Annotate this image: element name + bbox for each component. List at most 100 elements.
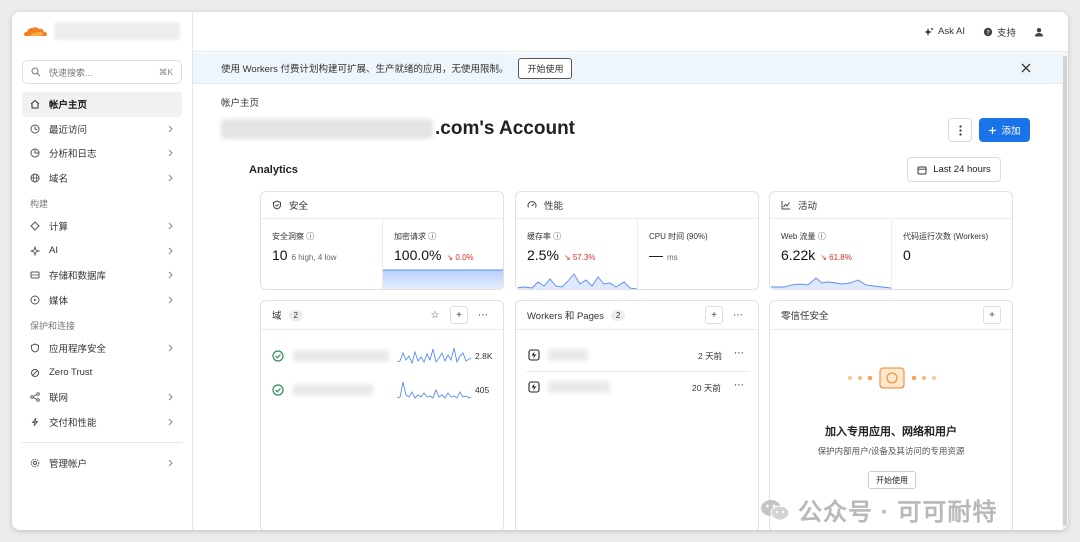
sidebar-item-analytics[interactable]: 分析和日志 [22, 141, 182, 166]
sidebar-item-media[interactable]: 媒体 [22, 288, 182, 313]
star-icon[interactable]: ☆ [426, 306, 444, 324]
activity-card: 活动 Web 流量 ⓘ 6.22k ↘ 61.8% 代码运行次数 (Workers… [769, 191, 1013, 290]
section-label-protect: 保护和连接 [30, 320, 76, 331]
sidebar-item-delivery[interactable]: 交付和性能 [22, 410, 182, 435]
analytics-icon [30, 148, 40, 158]
sidebar-item-compute[interactable]: 计算 [22, 214, 182, 239]
metric-change: ↘ 61.8% [820, 253, 852, 262]
analytics-heading: Analytics [249, 164, 298, 176]
sidebar-item-label: 联网 [49, 393, 69, 405]
card-title: 安全 [289, 201, 309, 212]
sidebar-item-zero-trust[interactable]: Zero Trust [22, 361, 182, 386]
sidebar-item-label: 分析和日志 [49, 149, 97, 161]
card-title: 域 [272, 311, 282, 322]
sidebar-item-manage-account[interactable]: 管理帐户 [22, 451, 182, 476]
metric-label: 代码运行次数 (Workers) [903, 232, 989, 241]
workers-invocations-metric[interactable]: 代码运行次数 (Workers) 0 [892, 219, 1012, 289]
metric-value: 100.0% ↘ 0.0% [394, 247, 474, 263]
worker-row[interactable]: 20 天前 ⋯ [526, 374, 750, 404]
time-range-selector[interactable]: Last 24 hours [907, 157, 1001, 182]
watermark-text: 公众号 · 可可耐特 [798, 499, 998, 526]
sidebar-item-label: 媒体 [49, 295, 69, 307]
card-actions: ☆ + ⋯ [426, 306, 492, 324]
metric-value: 2.5% ↘ 57.3% [527, 247, 596, 263]
top-bar: Ask AI ? 支持 [193, 12, 1068, 52]
search-placeholder: 快速搜索... [49, 67, 93, 78]
metric-sub: 6 high, 4 low [291, 253, 337, 262]
check-circle-icon [272, 350, 284, 362]
worker-updated-time: 20 天前 [692, 383, 721, 393]
sidebar-item-app-security[interactable]: 应用程序安全 [22, 336, 182, 361]
web-traffic-metric[interactable]: Web 流量 ⓘ 6.22k ↘ 61.8% [770, 219, 891, 289]
more-vertical-icon [958, 124, 962, 136]
search-input[interactable]: 快速搜索... ⌘K [22, 60, 182, 84]
calendar-icon [917, 166, 927, 174]
add-button-label: 添加 [1001, 126, 1021, 137]
sidebar-item-label: 应用程序安全 [49, 344, 107, 356]
close-icon[interactable] [1020, 62, 1032, 74]
bolt-icon [31, 417, 39, 427]
add-button[interactable]: 添加 [979, 118, 1030, 142]
cpu-time-metric[interactable]: CPU 时间 (90%) — ms [638, 219, 758, 289]
zero-trust-icon [31, 368, 39, 377]
sidebar-item-ai[interactable]: AI [22, 239, 182, 264]
more-horizontal-icon[interactable]: ⋯ [474, 306, 492, 324]
card-header: 性能 [516, 192, 758, 219]
domain-row[interactable]: 2.8K [261, 342, 503, 372]
sidebar-item-label: 最近访问 [49, 124, 88, 136]
check-circle-icon [272, 384, 284, 396]
more-horizontal-icon[interactable]: ⋯ [734, 348, 744, 359]
add-domain-button[interactable]: + [450, 306, 468, 324]
encrypted-requests-metric[interactable]: 加密请求 ⓘ 100.0% ↘ 0.0% [383, 219, 503, 289]
count-badge: 2 [288, 309, 303, 321]
add-worker-button[interactable]: + [705, 306, 723, 324]
get-started-button[interactable]: 开始使用 [868, 471, 916, 489]
sidebar-item-network[interactable]: 联网 [22, 385, 182, 410]
sparkline [397, 347, 471, 365]
chevron-right-icon [168, 125, 173, 132]
sidebar-item-domains[interactable]: 域名 [22, 166, 182, 191]
gauge-icon [527, 201, 537, 208]
sidebar-divider [22, 442, 182, 443]
sidebar-item-label: 存储和数据库 [49, 271, 107, 283]
chevron-right-icon [168, 296, 173, 303]
more-options-button[interactable] [948, 118, 972, 142]
worker-name-redacted [548, 381, 610, 393]
card-header: 域 2 ☆ + ⋯ [261, 301, 503, 330]
sparkline [770, 277, 891, 289]
more-horizontal-icon[interactable]: ⋯ [734, 380, 744, 391]
scrollbar-thumb[interactable] [1063, 56, 1067, 526]
metric-label: Web 流量 ⓘ [781, 232, 826, 241]
sidebar-item-storage[interactable]: 存储和数据库 [22, 263, 182, 288]
count-badge: 2 [610, 309, 626, 321]
domain-row[interactable]: 405 [261, 376, 503, 406]
svg-text:?: ? [986, 28, 989, 36]
empty-state-title: 加入专用应用、网络和用户 [825, 426, 957, 438]
add-zero-trust-button[interactable]: + [983, 306, 1001, 324]
more-horizontal-icon[interactable]: ⋯ [729, 306, 747, 324]
sidebar-item-label: Zero Trust [49, 367, 93, 379]
sparkle-icon [924, 27, 934, 36]
metric-unit: ms [667, 253, 678, 262]
workers-pages-card: Workers 和 Pages 2 + ⋯ 2 天前 ⋯ 20 天前 ⋯ [515, 300, 759, 530]
cloudflare-logo-icon[interactable] [22, 24, 48, 38]
support-button[interactable]: ? 支持 [983, 25, 1016, 39]
banner-cta-button[interactable]: 开始使用 [518, 57, 573, 79]
ask-ai-button[interactable]: Ask AI [924, 26, 965, 37]
chevron-right-icon [168, 459, 173, 467]
sidebar-item-account-home[interactable]: 帐户主页 [22, 92, 182, 117]
metric-label: 加密请求 ⓘ [394, 232, 437, 241]
compute-icon [30, 221, 40, 231]
cache-rate-metric[interactable]: 缓存率 ⓘ 2.5% ↘ 57.3% [516, 219, 637, 289]
security-insights-metric[interactable]: 安全洞察 ⓘ 10 6 high, 4 low [261, 219, 382, 289]
scrollbar[interactable] [1062, 52, 1068, 530]
sidebar-item-recent[interactable]: 最近访问 [22, 117, 182, 142]
card-title: 活动 [798, 201, 818, 212]
worker-row[interactable]: 2 天前 ⋯ [526, 342, 750, 372]
user-menu-button[interactable] [1034, 27, 1044, 37]
sidebar-item-label: 计算 [49, 222, 69, 234]
account-selector[interactable] [54, 22, 180, 40]
banner-text: 使用 Workers 付费计划构建可扩展、生产就绪的应用，无使用限制。 [221, 64, 509, 75]
sparkline [383, 269, 503, 289]
media-icon [30, 295, 40, 305]
